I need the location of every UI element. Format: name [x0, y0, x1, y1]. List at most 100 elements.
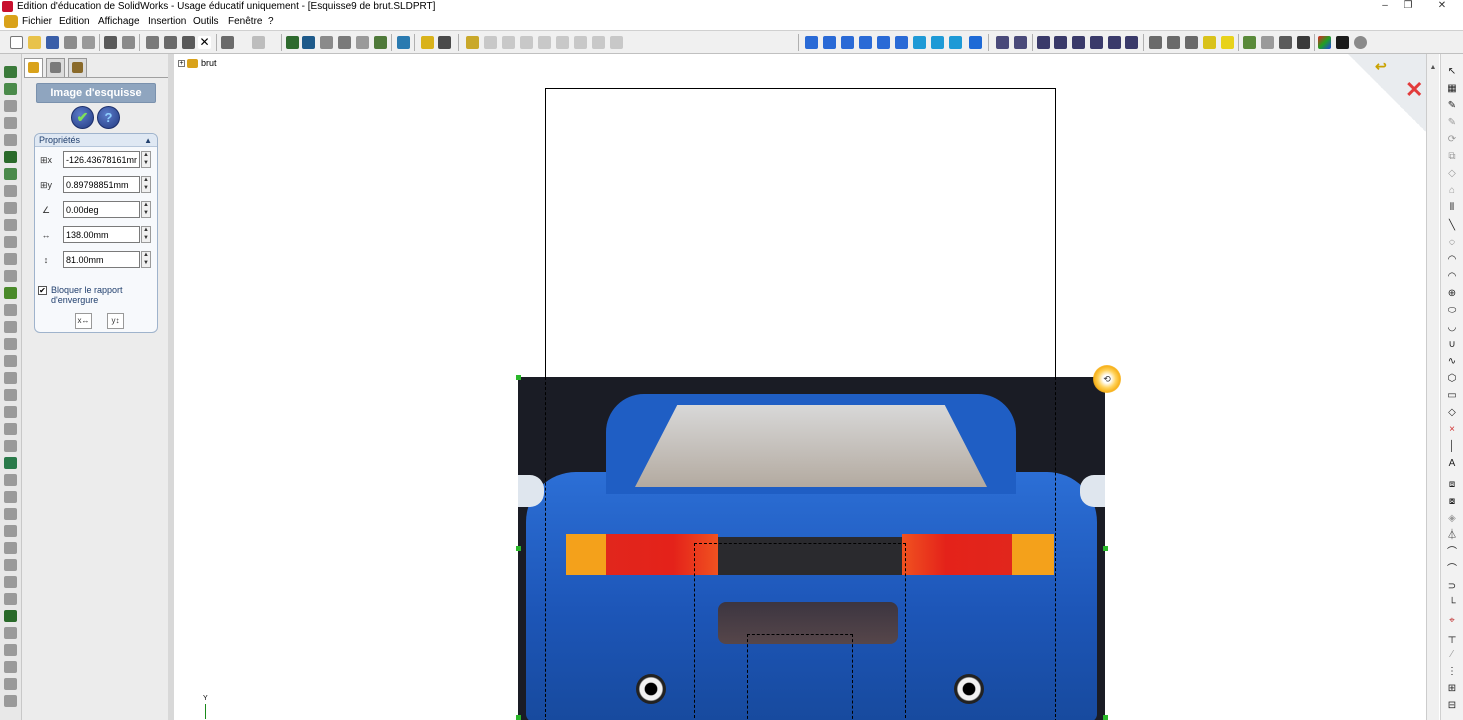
- deform-icon[interactable]: [4, 678, 17, 690]
- circular-pattern-icon[interactable]: ⊞: [1446, 683, 1458, 694]
- collapse-icon[interactable]: ▲: [144, 136, 152, 145]
- minimize-button[interactable]: –: [1375, 0, 1395, 13]
- flex-icon[interactable]: [4, 661, 17, 673]
- rotate-handle[interactable]: ⟲: [1093, 365, 1121, 393]
- spin-down-icon[interactable]: ▼: [142, 235, 150, 242]
- scale-sketch-icon[interactable]: ⧉: [1446, 151, 1458, 162]
- height-input[interactable]: [63, 251, 140, 268]
- freeform-icon[interactable]: [4, 695, 17, 707]
- curve-icon[interactable]: [4, 457, 17, 469]
- zoom-area-icon[interactable]: [1054, 36, 1067, 49]
- flip-horizontal-button[interactable]: x↔: [75, 313, 92, 329]
- knit-icon[interactable]: [4, 542, 17, 554]
- menu-edition[interactable]: Edition: [59, 15, 90, 28]
- chamfer-icon[interactable]: [4, 236, 17, 248]
- menu-outils[interactable]: Outils: [193, 15, 219, 28]
- rotate-view-icon[interactable]: [1108, 36, 1121, 49]
- width-input[interactable]: [63, 226, 140, 243]
- resize-handle-right[interactable]: [1103, 546, 1108, 551]
- dome-icon[interactable]: [4, 321, 17, 333]
- angle-input[interactable]: [63, 201, 140, 218]
- angle-spinner[interactable]: ▲ ▼: [141, 201, 151, 218]
- x-position-spinner[interactable]: ▲ ▼: [141, 151, 151, 168]
- copy-sketch-icon[interactable]: ◇: [1446, 168, 1458, 179]
- parabola-icon[interactable]: ∪: [1446, 339, 1458, 350]
- copy-icon[interactable]: [164, 36, 177, 49]
- loft-icon[interactable]: [4, 117, 17, 129]
- shell-icon[interactable]: [4, 270, 17, 282]
- sketch-tool-5-icon[interactable]: [538, 36, 551, 49]
- zoom-selection-icon[interactable]: [1090, 36, 1103, 49]
- select-2-icon[interactable]: [1014, 36, 1027, 49]
- sketch-tool-8-icon[interactable]: [592, 36, 605, 49]
- split-line-icon[interactable]: [4, 389, 17, 401]
- curvature-icon[interactable]: [1297, 36, 1310, 49]
- rectangle-icon[interactable]: ▭: [1446, 390, 1458, 401]
- thicken-icon[interactable]: [4, 134, 17, 146]
- tab-property-manager[interactable]: [46, 58, 65, 77]
- point-icon[interactable]: ×: [1446, 424, 1458, 435]
- flip-vertical-button[interactable]: y↕: [107, 313, 124, 329]
- polygon-icon[interactable]: ⬡: [1446, 373, 1458, 384]
- fillet-sketch-icon[interactable]: ⧈: [1446, 479, 1458, 490]
- restore-button[interactable]: ❐: [1398, 0, 1418, 13]
- linear-pattern-icon[interactable]: ⋮: [1446, 666, 1458, 677]
- graphics-area[interactable]: + brut ⟲ ↩ ✕ Y: [174, 54, 1426, 720]
- resize-handle-bottom-left[interactable]: [516, 715, 521, 720]
- coordinate-system-icon[interactable]: [4, 440, 17, 452]
- spin-up-icon[interactable]: ▲: [142, 202, 150, 209]
- mirror-icon[interactable]: [4, 355, 17, 367]
- rebuild-icon[interactable]: [286, 36, 299, 49]
- grid-icon[interactable]: [320, 36, 333, 49]
- lock-aspect-ratio-checkbox[interactable]: ✔: [38, 286, 47, 295]
- sketch-picture[interactable]: [518, 377, 1105, 720]
- combine-icon[interactable]: [4, 593, 17, 605]
- close-button[interactable]: ✕: [1432, 0, 1452, 13]
- delete-icon[interactable]: ✕: [198, 36, 211, 49]
- menu-affichage[interactable]: Affichage: [98, 15, 140, 28]
- tab-feature-manager[interactable]: [24, 58, 43, 77]
- move-body-icon[interactable]: [4, 576, 17, 588]
- chamfer-sketch-icon[interactable]: ⧇: [1446, 496, 1458, 507]
- spin-up-icon[interactable]: ▲: [142, 252, 150, 259]
- view-top-icon[interactable]: [877, 36, 890, 49]
- relations-icon[interactable]: ⌖: [1446, 615, 1458, 626]
- menu-fenetre[interactable]: Fenêtre: [228, 15, 262, 28]
- view-bottom-icon[interactable]: [895, 36, 908, 49]
- pattern-icon[interactable]: [4, 338, 17, 350]
- resize-handle-bottom-right[interactable]: [1103, 715, 1108, 720]
- text-icon[interactable]: A: [1446, 458, 1458, 469]
- view-right-icon[interactable]: [859, 36, 872, 49]
- height-spinner[interactable]: ▲ ▼: [141, 251, 151, 268]
- cavity-icon[interactable]: [4, 627, 17, 639]
- shaded-icon[interactable]: [1221, 36, 1234, 49]
- view-dimetric-icon[interactable]: [949, 36, 962, 49]
- view-left-icon[interactable]: [841, 36, 854, 49]
- grid-icon[interactable]: ▦: [1446, 83, 1458, 94]
- ellipse-icon[interactable]: ⬭: [1446, 305, 1458, 316]
- sketch-icon[interactable]: ✎: [1446, 100, 1458, 111]
- spin-up-icon[interactable]: ▲: [142, 152, 150, 159]
- open-icon[interactable]: [28, 36, 41, 49]
- exit-sketch-icon[interactable]: ↩: [1375, 58, 1387, 74]
- helix-icon[interactable]: [4, 474, 17, 486]
- spin-down-icon[interactable]: ▼: [142, 160, 150, 167]
- axis-icon[interactable]: [4, 423, 17, 435]
- sketch-tool-2-icon[interactable]: [484, 36, 497, 49]
- normal-to-icon[interactable]: [969, 36, 982, 49]
- perspective-icon[interactable]: [1279, 36, 1292, 49]
- save-icon[interactable]: [46, 36, 59, 49]
- y-position-spinner[interactable]: ▲ ▼: [141, 176, 151, 193]
- sketch-tool-icon[interactable]: [466, 36, 479, 49]
- view-trimetric-icon[interactable]: [931, 36, 944, 49]
- x-position-input[interactable]: [63, 151, 140, 168]
- sketch-tool-9-icon[interactable]: [610, 36, 623, 49]
- projected-curve-icon[interactable]: [4, 508, 17, 520]
- help-button[interactable]: ?: [97, 106, 120, 129]
- zoom-in-out-icon[interactable]: [1072, 36, 1085, 49]
- rotate-sketch-icon[interactable]: ⟳: [1446, 134, 1458, 145]
- three-point-arc-icon[interactable]: ◠: [1446, 271, 1458, 282]
- web-icon[interactable]: [397, 36, 410, 49]
- feature-tree-root[interactable]: + brut: [178, 57, 217, 69]
- cut-icon[interactable]: [146, 36, 159, 49]
